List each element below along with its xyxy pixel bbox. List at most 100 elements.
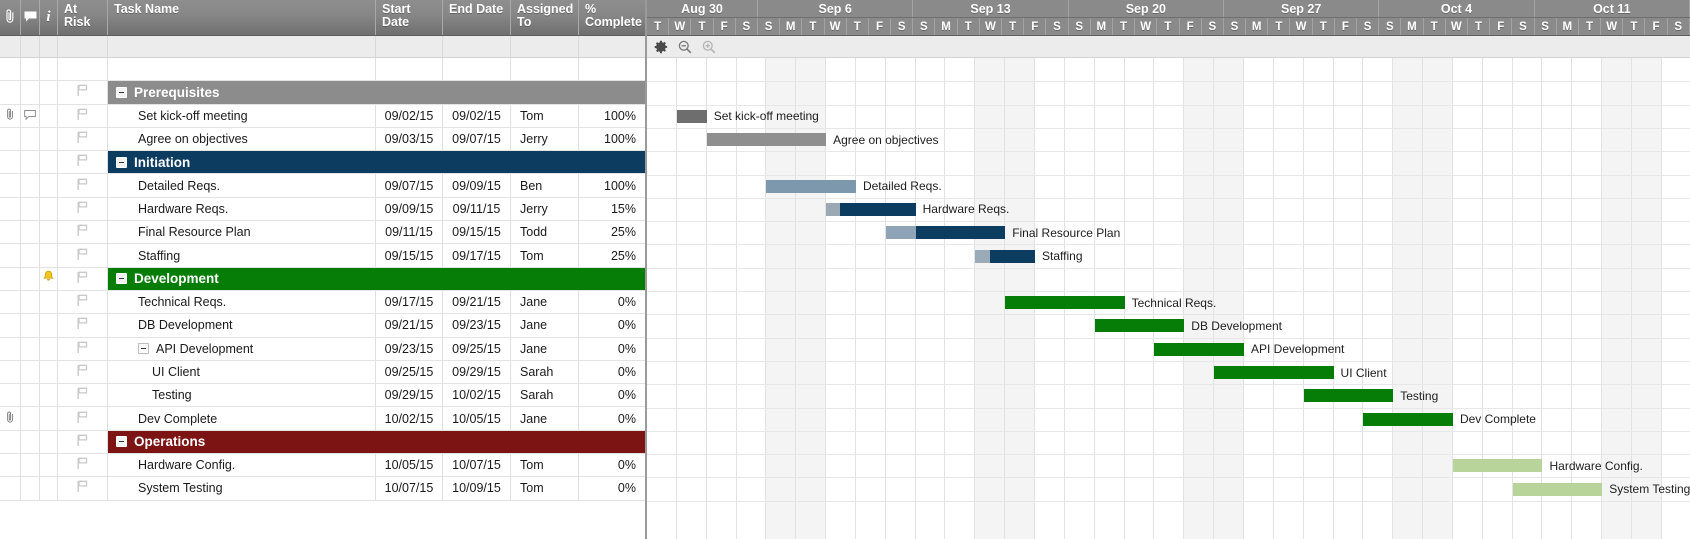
cell-assigned-to[interactable]: Jane bbox=[511, 314, 579, 337]
cell-at-risk[interactable] bbox=[58, 360, 108, 384]
cell-at-risk[interactable] bbox=[58, 81, 108, 104]
flag-icon[interactable] bbox=[77, 131, 88, 147]
cell-task-name[interactable]: Hardware Config. bbox=[108, 454, 376, 477]
paperclip-icon[interactable] bbox=[6, 411, 15, 427]
flag-icon[interactable] bbox=[77, 411, 88, 427]
column-header-pct-complete[interactable]: % Complete bbox=[579, 0, 645, 35]
flag-icon[interactable] bbox=[77, 294, 88, 310]
cell-pct-complete[interactable]: 100% bbox=[579, 128, 645, 150]
cell-start-date[interactable]: 10/02/15 bbox=[376, 407, 443, 430]
table-row[interactable]: Dev Complete 10/02/15 10/05/15 Jane 0% bbox=[0, 407, 645, 431]
cell-start-date[interactable]: 09/11/15 bbox=[376, 221, 443, 244]
cell-pct-complete[interactable]: 0% bbox=[579, 454, 645, 476]
gantt-bar[interactable] bbox=[676, 109, 707, 123]
cell-end-date[interactable]: 09/07/15 bbox=[443, 127, 511, 151]
column-header-at-risk[interactable]: At Risk bbox=[58, 0, 108, 35]
cell-end-date[interactable]: 10/09/15 bbox=[443, 477, 511, 500]
collapse-toggle[interactable] bbox=[116, 273, 127, 285]
cell-end-date[interactable]: 09/09/15 bbox=[443, 174, 511, 197]
task-group-row[interactable]: Initiation bbox=[0, 151, 645, 175]
cell-end-date[interactable]: 10/07/15 bbox=[443, 454, 511, 477]
gantt-bar[interactable] bbox=[885, 226, 1006, 240]
cell-assigned-to[interactable] bbox=[511, 267, 579, 290]
collapse-toggle[interactable] bbox=[116, 86, 127, 98]
column-header-comment[interactable] bbox=[21, 0, 40, 35]
cell-assigned-to[interactable]: Sarah bbox=[511, 384, 579, 407]
cell-start-date[interactable] bbox=[376, 151, 443, 174]
gantt-bar[interactable] bbox=[1154, 342, 1244, 356]
cell-pct-complete[interactable]: 0% bbox=[579, 291, 645, 313]
cell-task-name[interactable]: Staffing bbox=[108, 244, 376, 267]
cell-task-name[interactable]: Prerequisites bbox=[108, 81, 376, 104]
task-group-row[interactable]: Development bbox=[0, 267, 645, 291]
cell-pct-complete[interactable]: 15% bbox=[579, 198, 645, 220]
cell-end-date[interactable]: 09/21/15 bbox=[443, 290, 511, 314]
flag-icon[interactable] bbox=[77, 201, 88, 217]
cell-assigned-to[interactable]: Tom bbox=[511, 454, 579, 477]
cell-task-name[interactable]: Testing bbox=[108, 384, 376, 407]
cell-task-name[interactable]: API Development bbox=[108, 337, 376, 360]
cell-pct-complete[interactable]: 0% bbox=[579, 384, 645, 406]
flag-icon[interactable] bbox=[77, 341, 88, 357]
cell-assigned-to[interactable]: Tom bbox=[511, 244, 579, 267]
cell-pct-complete[interactable] bbox=[579, 81, 645, 104]
cell-at-risk[interactable] bbox=[58, 104, 108, 127]
column-header-info[interactable]: i bbox=[40, 0, 58, 35]
cell-end-date[interactable] bbox=[443, 81, 511, 104]
cell-end-date[interactable]: 10/02/15 bbox=[443, 384, 511, 407]
cell-attachment[interactable] bbox=[0, 407, 21, 430]
cell-task-name[interactable]: System Testing bbox=[108, 477, 376, 500]
cell-start-date[interactable]: 09/23/15 bbox=[376, 337, 443, 360]
cell-pct-complete[interactable]: 25% bbox=[579, 221, 645, 243]
cell-at-risk[interactable] bbox=[58, 174, 108, 197]
cell-at-risk[interactable] bbox=[58, 384, 108, 407]
column-header-start-date[interactable]: Start Date bbox=[376, 0, 443, 35]
collapse-toggle[interactable] bbox=[116, 436, 127, 448]
table-row[interactable]: Final Resource Plan 09/11/15 09/15/15 Todd 2… bbox=[0, 221, 645, 245]
cell-at-risk[interactable] bbox=[58, 337, 108, 360]
cell-start-date[interactable]: 10/07/15 bbox=[376, 477, 443, 500]
cell-task-name[interactable]: Agree on objectives bbox=[108, 127, 376, 151]
cell-task-name[interactable]: Development bbox=[108, 267, 376, 290]
cell-end-date[interactable]: 09/29/15 bbox=[443, 360, 511, 384]
table-row[interactable]: Agree on objectives 09/03/15 09/07/15 Jerry… bbox=[0, 127, 645, 152]
cell-end-date[interactable] bbox=[443, 151, 511, 174]
cell-start-date[interactable]: 09/07/15 bbox=[376, 174, 443, 197]
zoom-out-icon[interactable] bbox=[678, 40, 692, 54]
flag-icon[interactable] bbox=[77, 457, 88, 473]
cell-assigned-to[interactable]: Jane bbox=[511, 407, 579, 430]
cell-start-date[interactable]: 09/03/15 bbox=[376, 127, 443, 151]
comment-icon[interactable] bbox=[24, 109, 36, 123]
gantt-bar[interactable] bbox=[766, 179, 856, 193]
cell-task-name[interactable]: UI Client bbox=[108, 360, 376, 384]
gantt-chart-area[interactable]: Set kick-off meeting Agree on objectives D… bbox=[647, 58, 1690, 539]
cell-pct-complete[interactable] bbox=[579, 430, 645, 454]
cell-at-risk[interactable] bbox=[58, 314, 108, 337]
cell-pct-complete[interactable]: 0% bbox=[579, 407, 645, 429]
flag-icon[interactable] bbox=[77, 84, 88, 100]
cell-start-date[interactable] bbox=[376, 430, 443, 454]
gantt-bar[interactable] bbox=[1005, 296, 1125, 310]
table-row[interactable]: DB Development 09/21/15 09/23/15 Jane 0% bbox=[0, 314, 645, 338]
cell-task-name[interactable]: Hardware Reqs. bbox=[108, 197, 376, 221]
column-header-end-date[interactable]: End Date bbox=[443, 0, 511, 35]
cell-at-risk[interactable] bbox=[58, 197, 108, 221]
cell-pct-complete[interactable]: 0% bbox=[579, 338, 645, 360]
cell-assigned-to[interactable]: Todd bbox=[511, 221, 579, 244]
cell-pct-complete[interactable]: 100% bbox=[579, 174, 645, 196]
cell-task-name[interactable]: Final Resource Plan bbox=[108, 221, 376, 244]
gantt-bar[interactable] bbox=[1363, 412, 1453, 426]
cell-start-date[interactable]: 10/05/15 bbox=[376, 454, 443, 477]
cell-end-date[interactable]: 09/15/15 bbox=[443, 221, 511, 244]
flag-icon[interactable] bbox=[77, 480, 88, 496]
table-row[interactable]: Detailed Reqs. 09/07/15 09/09/15 Ben 100% bbox=[0, 174, 645, 198]
cell-assigned-to[interactable]: Sarah bbox=[511, 360, 579, 384]
cell-assigned-to[interactable] bbox=[511, 81, 579, 104]
cell-assigned-to[interactable]: Jane bbox=[511, 337, 579, 360]
table-row[interactable]: UI Client 09/25/15 09/29/15 Sarah 0% bbox=[0, 360, 645, 385]
flag-icon[interactable] bbox=[77, 364, 88, 380]
cell-start-date[interactable]: 09/09/15 bbox=[376, 197, 443, 221]
cell-at-risk[interactable] bbox=[58, 151, 108, 174]
flag-icon[interactable] bbox=[77, 178, 88, 194]
cell-task-name[interactable]: Operations bbox=[108, 430, 376, 454]
